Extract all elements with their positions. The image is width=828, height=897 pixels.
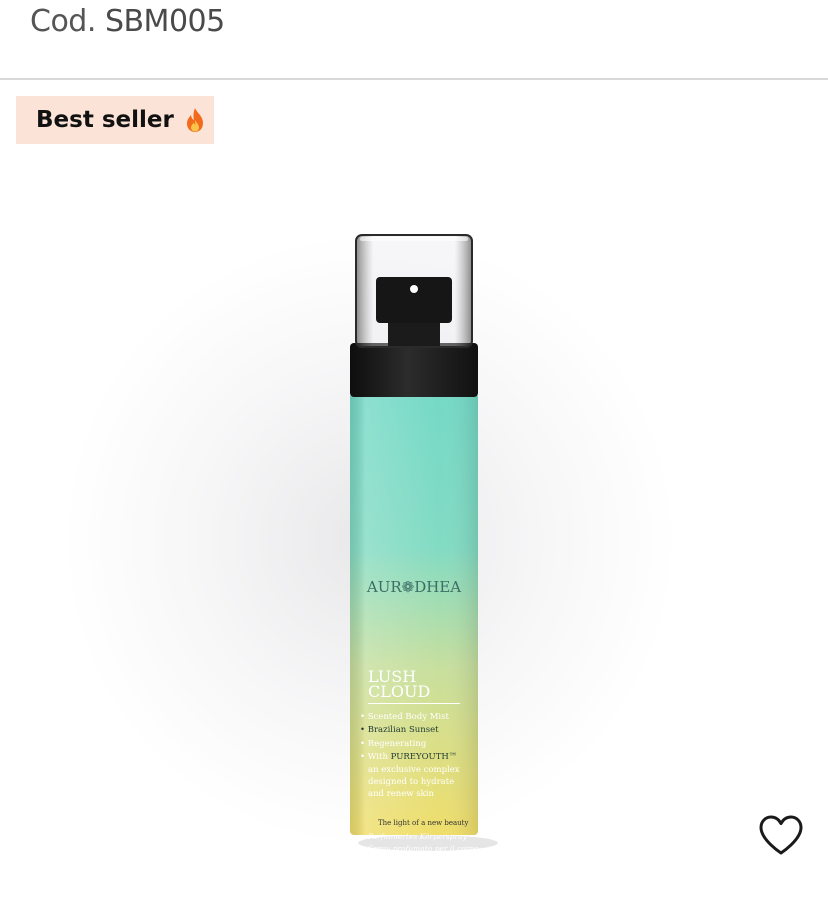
svg-text:an exclusive complex: an exclusive complex xyxy=(368,765,460,775)
svg-text:Spray profumato per il corpo: Spray profumato per il corpo xyxy=(368,844,479,853)
best-seller-badge: Best seller xyxy=(16,96,214,144)
divider xyxy=(0,78,828,80)
product-image[interactable]: AUR❁DHEA LUSH CLOUD • Scented Body Mist … xyxy=(0,150,828,897)
svg-text:Parfumiertes Körperspray: Parfumiertes Körperspray xyxy=(367,832,468,841)
badge-label: Best seller xyxy=(36,107,174,133)
svg-text:• With PUREYOUTH™: • With PUREYOUTH™ xyxy=(360,752,457,762)
product-code-value: SBM005 xyxy=(104,4,225,39)
svg-text:The light of a new beauty: The light of a new beauty xyxy=(378,819,468,827)
product-code-label: Cod. xyxy=(30,4,96,39)
svg-text:• Regenerating: • Regenerating xyxy=(360,739,427,749)
fire-icon xyxy=(186,108,203,132)
product-bottle: AUR❁DHEA LUSH CLOUD • Scented Body Mist … xyxy=(350,234,498,853)
svg-text:designed to hydrate: designed to hydrate xyxy=(368,777,454,787)
svg-text:and renew skin: and renew skin xyxy=(368,789,434,799)
product-code: Cod. SBM005 xyxy=(30,4,225,39)
svg-text:• Scented Body Mist: • Scented Body Mist xyxy=(360,712,449,722)
svg-text:• Brazilian Sunset: • Brazilian Sunset xyxy=(360,725,439,735)
svg-text:AUR❁DHEA: AUR❁DHEA xyxy=(366,578,461,596)
svg-text:CLOUD: CLOUD xyxy=(368,682,430,701)
heart-icon[interactable] xyxy=(758,814,804,856)
